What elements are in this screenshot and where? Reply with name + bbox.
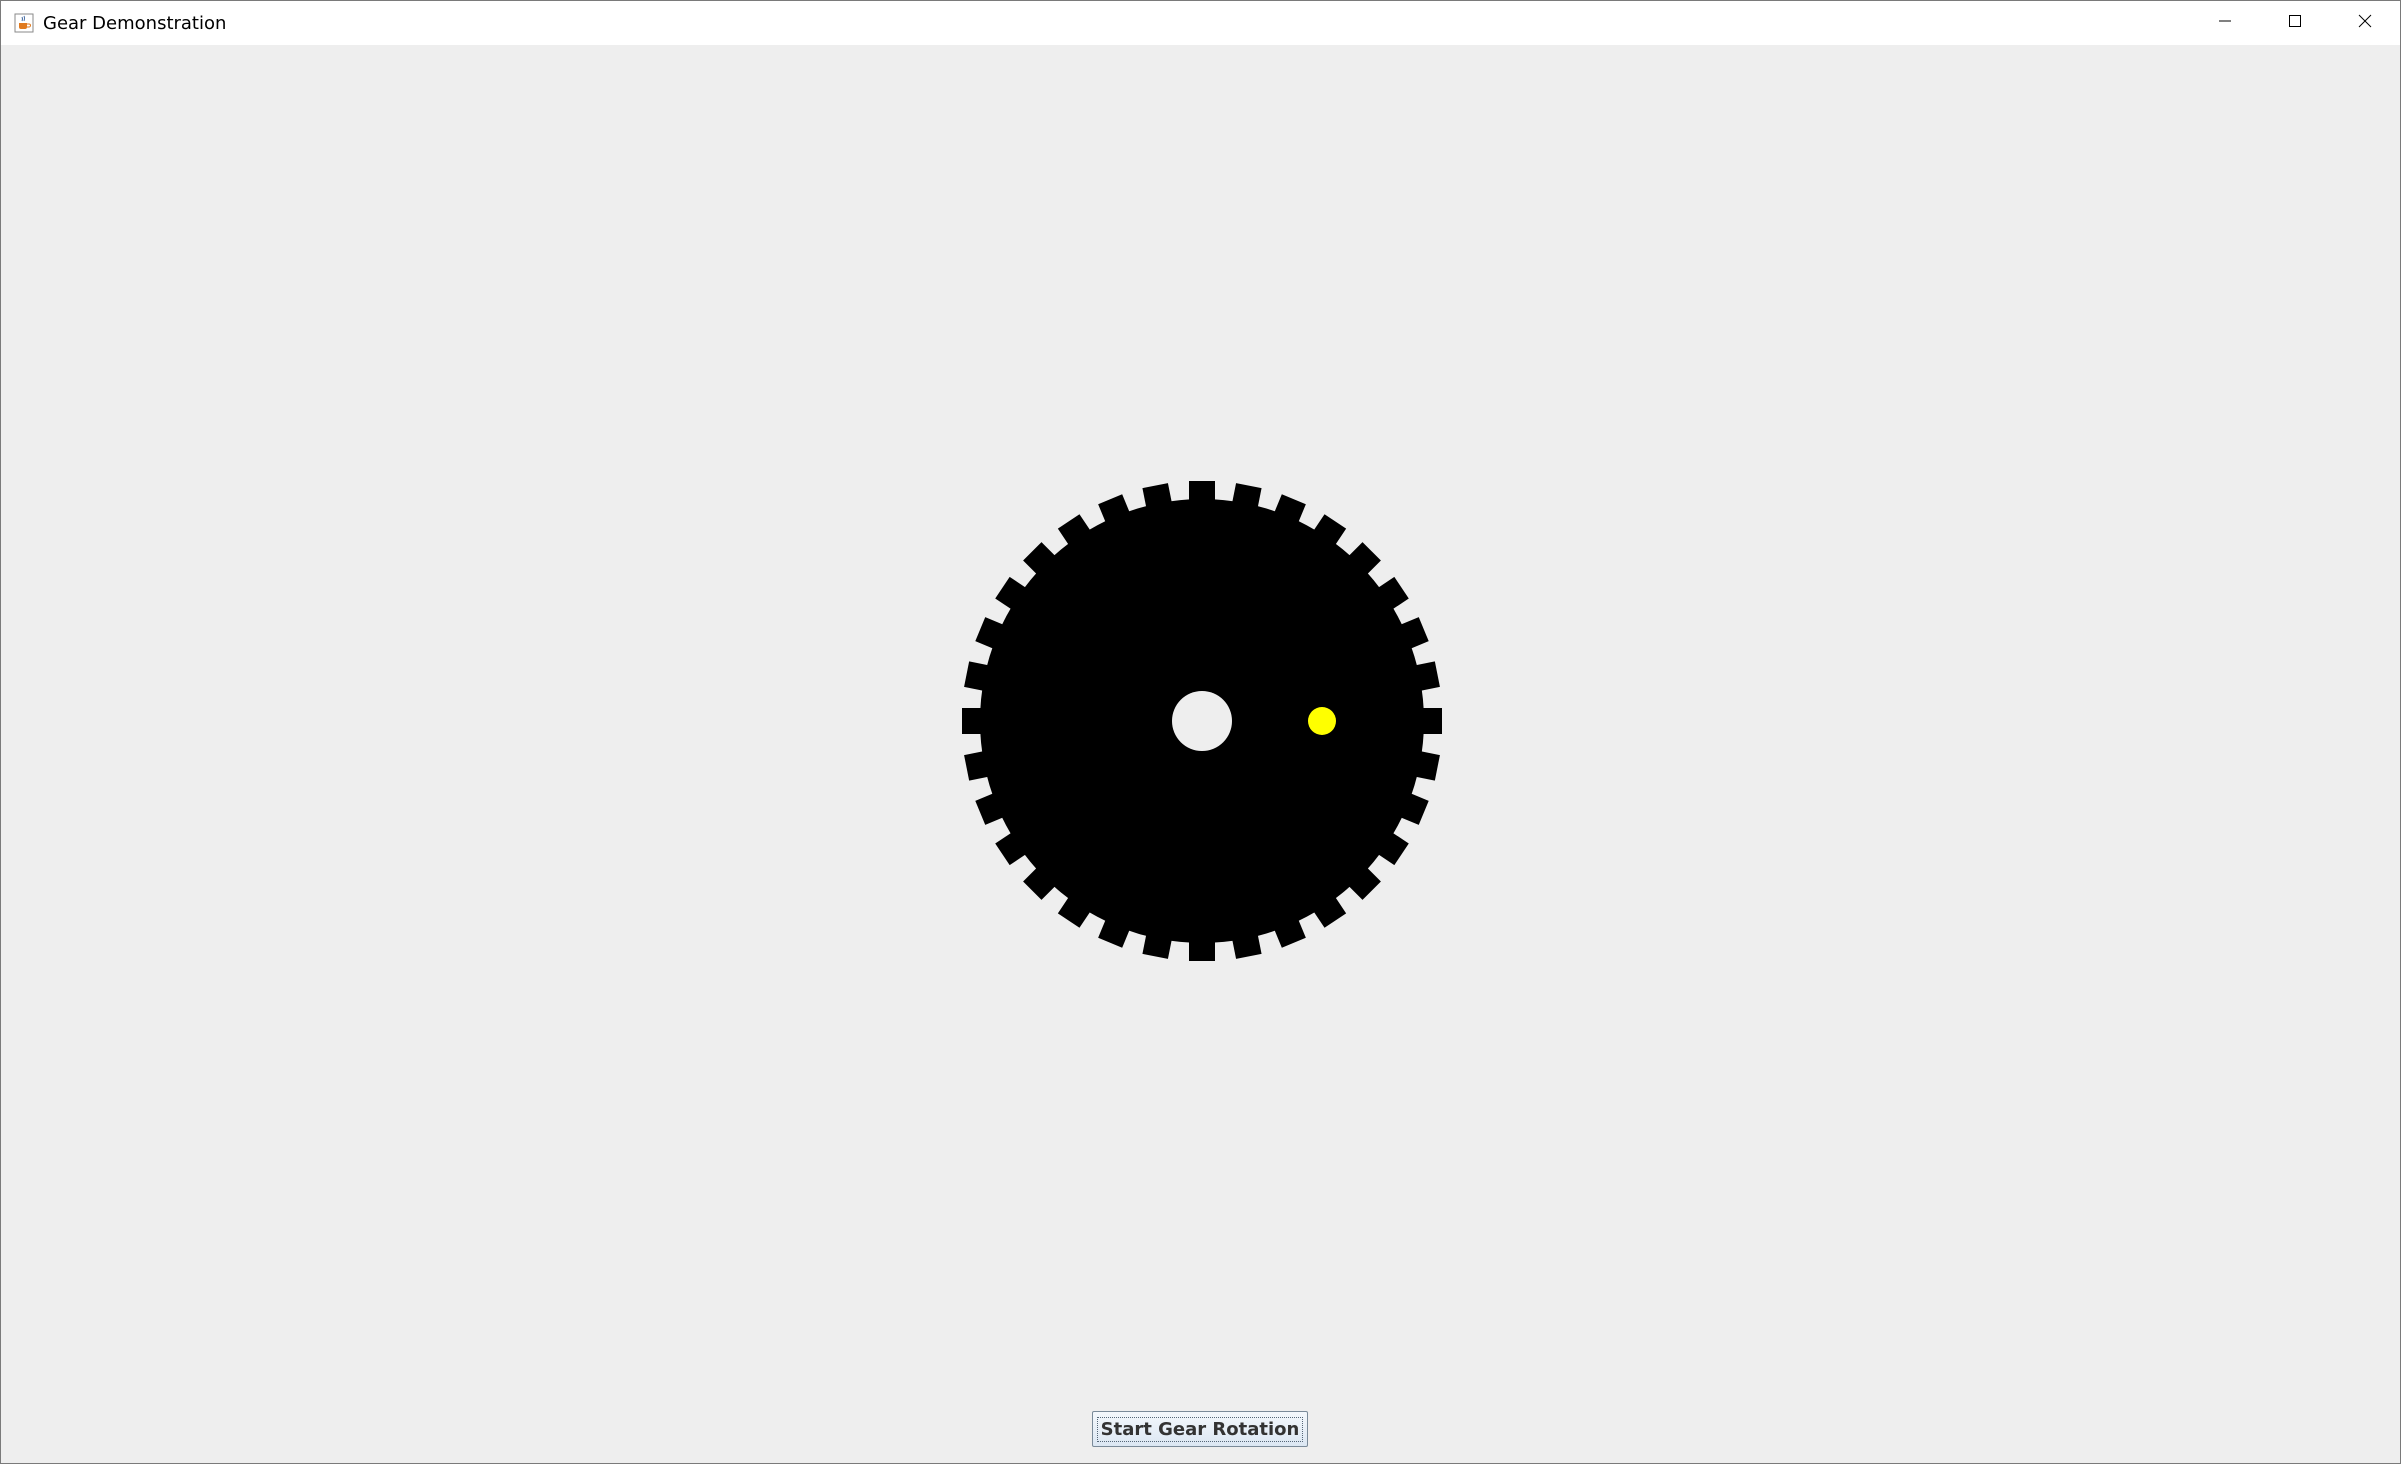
app-window: Gear Demonstration Start Gear Rotation <box>0 0 2401 1464</box>
gear-drawing <box>962 481 1442 961</box>
gear-tooth <box>1231 483 1262 512</box>
maximize-icon <box>2287 13 2303 34</box>
gear-tooth <box>1231 930 1262 959</box>
minimize-icon <box>2217 13 2233 34</box>
java-cup-icon <box>13 12 35 34</box>
close-button[interactable] <box>2330 1 2400 45</box>
gear-hub-hole <box>1172 691 1232 751</box>
start-button-label: Start Gear Rotation <box>1096 1416 1304 1442</box>
gear-tooth <box>964 750 993 781</box>
gear-tooth <box>962 708 986 734</box>
gear-tooth <box>1189 937 1215 961</box>
gear-tooth <box>1142 483 1173 512</box>
gear-tooth <box>1189 481 1215 505</box>
minimize-button[interactable] <box>2190 1 2260 45</box>
title-bar[interactable]: Gear Demonstration <box>1 1 2400 45</box>
gear-marker-dot <box>1308 707 1336 735</box>
gear-tooth <box>1142 930 1173 959</box>
window-title: Gear Demonstration <box>43 12 227 34</box>
gear-tooth <box>1411 750 1440 781</box>
close-icon <box>2357 13 2373 34</box>
gear-tooth <box>1411 661 1440 692</box>
gear-tooth <box>964 661 993 692</box>
gear-tooth <box>1418 708 1442 734</box>
start-gear-rotation-button[interactable]: Start Gear Rotation <box>1092 1411 1308 1447</box>
gear <box>962 481 1442 961</box>
gear-panel: Start Gear Rotation <box>1 45 2400 1463</box>
maximize-button[interactable] <box>2260 1 2330 45</box>
window-controls <box>2190 1 2400 45</box>
